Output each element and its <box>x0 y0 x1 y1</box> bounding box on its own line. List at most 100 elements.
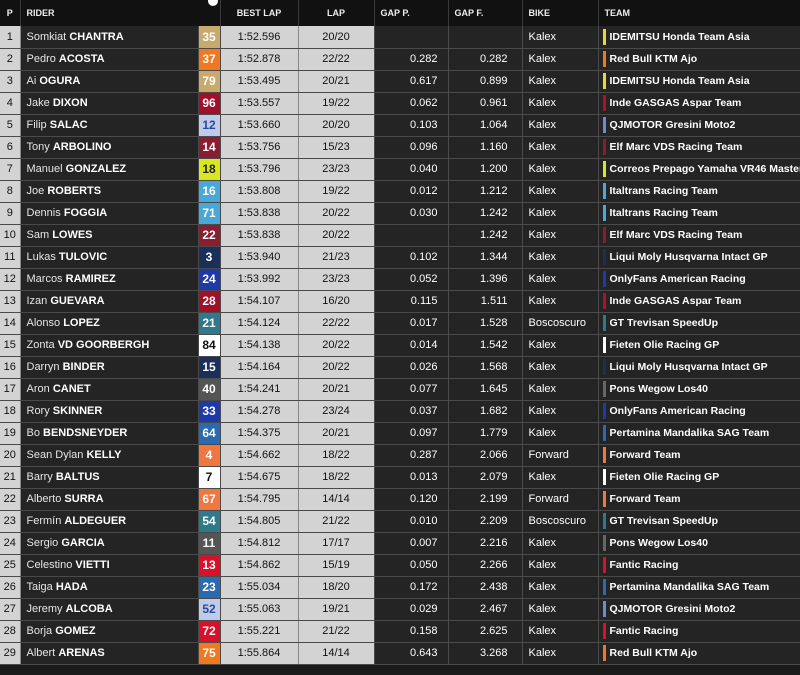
rider-last-name: GARCIA <box>61 537 105 549</box>
gap-first-cell: 1.645 <box>448 378 523 401</box>
rider-cell[interactable]: Celestino VIETTI <box>20 554 199 577</box>
header-rider[interactable]: RIDER <box>20 0 221 26</box>
rider-cell[interactable]: Barry BALTUS <box>20 466 199 489</box>
rider-cell[interactable]: Somkiat CHANTRA <box>20 26 199 49</box>
best-lap-cell: 1:54.124 <box>220 312 299 335</box>
table-row[interactable]: 23 Fermín ALDEGUER 54 1:54.805 21/22 0.010 2.2… <box>0 510 800 533</box>
table-row[interactable]: 8 Joe ROBERTS 16 1:53.808 19/22 0.012 1.212 Kal… <box>0 180 800 203</box>
table-row[interactable]: 18 Rory SKINNER 33 1:54.278 23/24 0.037 1.682 K… <box>0 400 800 423</box>
rider-cell[interactable]: Lukas TULOVIC <box>20 246 199 269</box>
rider-cell[interactable]: Jeremy ALCOBA <box>20 598 199 621</box>
rider-last-name: GONZALEZ <box>65 163 127 175</box>
table-row[interactable]: 14 Alonso LOPEZ 21 1:54.124 22/22 0.017 1.528 B… <box>0 312 800 335</box>
bike-cell: Kalex <box>522 422 599 445</box>
best-lap-cell: 1:54.138 <box>220 334 299 357</box>
rider-cell[interactable]: Dennis FOGGIA <box>20 202 199 225</box>
rider-number-badge: 15 <box>198 356 221 379</box>
lap-cell: 18/22 <box>298 444 375 467</box>
rider-cell[interactable]: Darryn BINDER <box>20 356 199 379</box>
rider-cell[interactable]: Filip SALAC <box>20 114 199 137</box>
table-row[interactable]: 1 Somkiat CHANTRA 35 1:52.596 20/20 Kalex IDEM… <box>0 26 800 49</box>
table-row[interactable]: 15 Zonta VD GOORBERGH 84 1:54.138 20/22 0.014… <box>0 334 800 357</box>
header-lap[interactable]: LAP <box>298 0 375 26</box>
rider-cell[interactable]: Rory SKINNER <box>20 400 199 423</box>
header-team[interactable]: TEAM <box>598 0 800 26</box>
gap-first-cell: 1.064 <box>448 114 523 137</box>
rider-cell[interactable]: Marcos RAMIREZ <box>20 268 199 291</box>
rider-cell[interactable]: Taiga HADA <box>20 576 199 599</box>
header-best-lap[interactable]: BEST LAP <box>220 0 299 26</box>
rider-cell[interactable]: Fermín ALDEGUER <box>20 510 199 533</box>
table-row[interactable]: 16 Darryn BINDER 15 1:54.164 20/22 0.026 1.568… <box>0 356 800 379</box>
header-gap-p[interactable]: GAP P. <box>374 0 449 26</box>
rider-cell[interactable]: Borja GOMEZ <box>20 620 199 643</box>
sort-indicator-icon[interactable] <box>207 0 218 6</box>
rider-cell[interactable]: Alberto SURRA <box>20 488 199 511</box>
rider-cell[interactable]: Zonta VD GOORBERGH <box>20 334 199 357</box>
rider-first-name: Darryn <box>26 361 60 373</box>
header-gap-f[interactable]: GAP F. <box>448 0 523 26</box>
rider-number-badge: 52 <box>198 598 221 621</box>
team-cell: GT Trevisan SpeedUp <box>598 312 800 335</box>
table-row[interactable]: 24 Sergio GARCIA 11 1:54.812 17/17 0.007 2.216… <box>0 532 800 555</box>
rider-last-name: GOMEZ <box>55 625 96 637</box>
rider-number-badge: 4 <box>198 444 221 467</box>
header-bike[interactable]: BIKE <box>522 0 599 26</box>
best-lap-cell: 1:53.756 <box>220 136 299 159</box>
rider-cell[interactable]: Sam LOWES <box>20 224 199 247</box>
table-row[interactable]: 12 Marcos RAMIREZ 24 1:53.992 23/23 0.052 1.39… <box>0 268 800 291</box>
gap-previous-cell: 0.172 <box>374 576 449 599</box>
table-row[interactable]: 13 Izan GUEVARA 28 1:54.107 16/20 0.115 1.511 K… <box>0 290 800 313</box>
team-cell: Elf Marc VDS Racing Team <box>598 136 800 159</box>
bike-cell: Kalex <box>522 356 599 379</box>
rider-cell[interactable]: Jake DIXON <box>20 92 199 115</box>
table-row[interactable]: 27 Jeremy ALCOBA 52 1:55.063 19/21 0.029 2.467… <box>0 598 800 621</box>
team-name: Fantic Racing <box>609 559 679 571</box>
best-lap-cell: 1:54.375 <box>220 422 299 445</box>
team-cell: Italtrans Racing Team <box>598 180 800 203</box>
rider-cell[interactable]: Pedro ACOSTA <box>20 48 199 71</box>
rider-cell[interactable]: Tony ARBOLINO <box>20 136 199 159</box>
table-row[interactable]: 22 Alberto SURRA 67 1:54.795 14/14 0.120 2.199… <box>0 488 800 511</box>
gap-previous-cell: 0.017 <box>374 312 449 335</box>
rider-cell[interactable]: Sergio GARCIA <box>20 532 199 555</box>
team-cell: Pertamina Mandalika SAG Team <box>598 422 800 445</box>
rider-cell[interactable]: Manuel GONZALEZ <box>20 158 199 181</box>
team-name: Italtrans Racing Team <box>609 207 718 219</box>
gap-previous-cell: 0.643 <box>374 642 449 665</box>
rider-cell[interactable]: Ai OGURA <box>20 70 199 93</box>
table-row[interactable]: 11 Lukas TULOVIC 3 1:53.940 21/23 0.102 1.344 K… <box>0 246 800 269</box>
rider-cell[interactable]: Albert ARENAS <box>20 642 199 665</box>
rider-cell[interactable]: Joe ROBERTS <box>20 180 199 203</box>
table-row[interactable]: 10 Sam LOWES 22 1:53.838 20/22 1.242 Kalex Elf … <box>0 224 800 247</box>
table-row[interactable]: 9 Dennis FOGGIA 71 1:53.838 20/22 0.030 1.242 K… <box>0 202 800 225</box>
rider-first-name: Fermín <box>26 515 62 527</box>
rider-cell[interactable]: Izan GUEVARA <box>20 290 199 313</box>
team-name: Forward Team <box>609 449 681 461</box>
table-row[interactable]: 19 Bo BENDSNEYDER 64 1:54.375 20/21 0.097 1.77… <box>0 422 800 445</box>
table-row[interactable]: 29 Albert ARENAS 75 1:55.864 14/14 0.643 3.268… <box>0 642 800 665</box>
rider-number-badge: 40 <box>198 378 221 401</box>
table-row[interactable]: 5 Filip SALAC 12 1:53.660 20/20 0.103 1.064 Kal… <box>0 114 800 137</box>
rider-last-name: HADA <box>55 581 88 593</box>
table-row[interactable]: 25 Celestino VIETTI 13 1:54.862 15/19 0.050 2.… <box>0 554 800 577</box>
table-row[interactable]: 26 Taiga HADA 23 1:55.034 18/20 0.172 2.438 Kal… <box>0 576 800 599</box>
table-row[interactable]: 6 Tony ARBOLINO 14 1:53.756 15/23 0.096 1.160 K… <box>0 136 800 159</box>
header-pos[interactable]: P <box>0 0 21 26</box>
rider-cell[interactable]: Alonso LOPEZ <box>20 312 199 335</box>
table-row[interactable]: 28 Borja GOMEZ 72 1:55.221 21/22 0.158 2.625 Ka… <box>0 620 800 643</box>
table-row[interactable]: 20 Sean Dylan KELLY 4 1:54.662 18/22 0.287 2.0… <box>0 444 800 467</box>
rider-cell[interactable]: Sean Dylan KELLY <box>20 444 199 467</box>
table-row[interactable]: 4 Jake DIXON 96 1:53.557 19/22 0.062 0.961 Kale… <box>0 92 800 115</box>
table-row[interactable]: 17 Aron CANET 40 1:54.241 20/21 0.077 1.645 Kal… <box>0 378 800 401</box>
team-color-stripe <box>602 381 606 397</box>
rider-cell[interactable]: Aron CANET <box>20 378 199 401</box>
rider-cell[interactable]: Bo BENDSNEYDER <box>20 422 199 445</box>
table-row[interactable]: 3 Ai OGURA 79 1:53.495 20/21 0.617 0.899 Kalex I… <box>0 70 800 93</box>
rider-first-name: Dennis <box>26 207 61 219</box>
team-cell: Red Bull KTM Ajo <box>598 642 800 665</box>
lap-cell: 21/23 <box>298 246 375 269</box>
table-row[interactable]: 21 Barry BALTUS 7 1:54.675 18/22 0.013 2.079 Ka… <box>0 466 800 489</box>
table-row[interactable]: 7 Manuel GONZALEZ 18 1:53.796 23/23 0.040 1.20… <box>0 158 800 181</box>
table-row[interactable]: 2 Pedro ACOSTA 37 1:52.878 22/22 0.282 0.282 Ka… <box>0 48 800 71</box>
